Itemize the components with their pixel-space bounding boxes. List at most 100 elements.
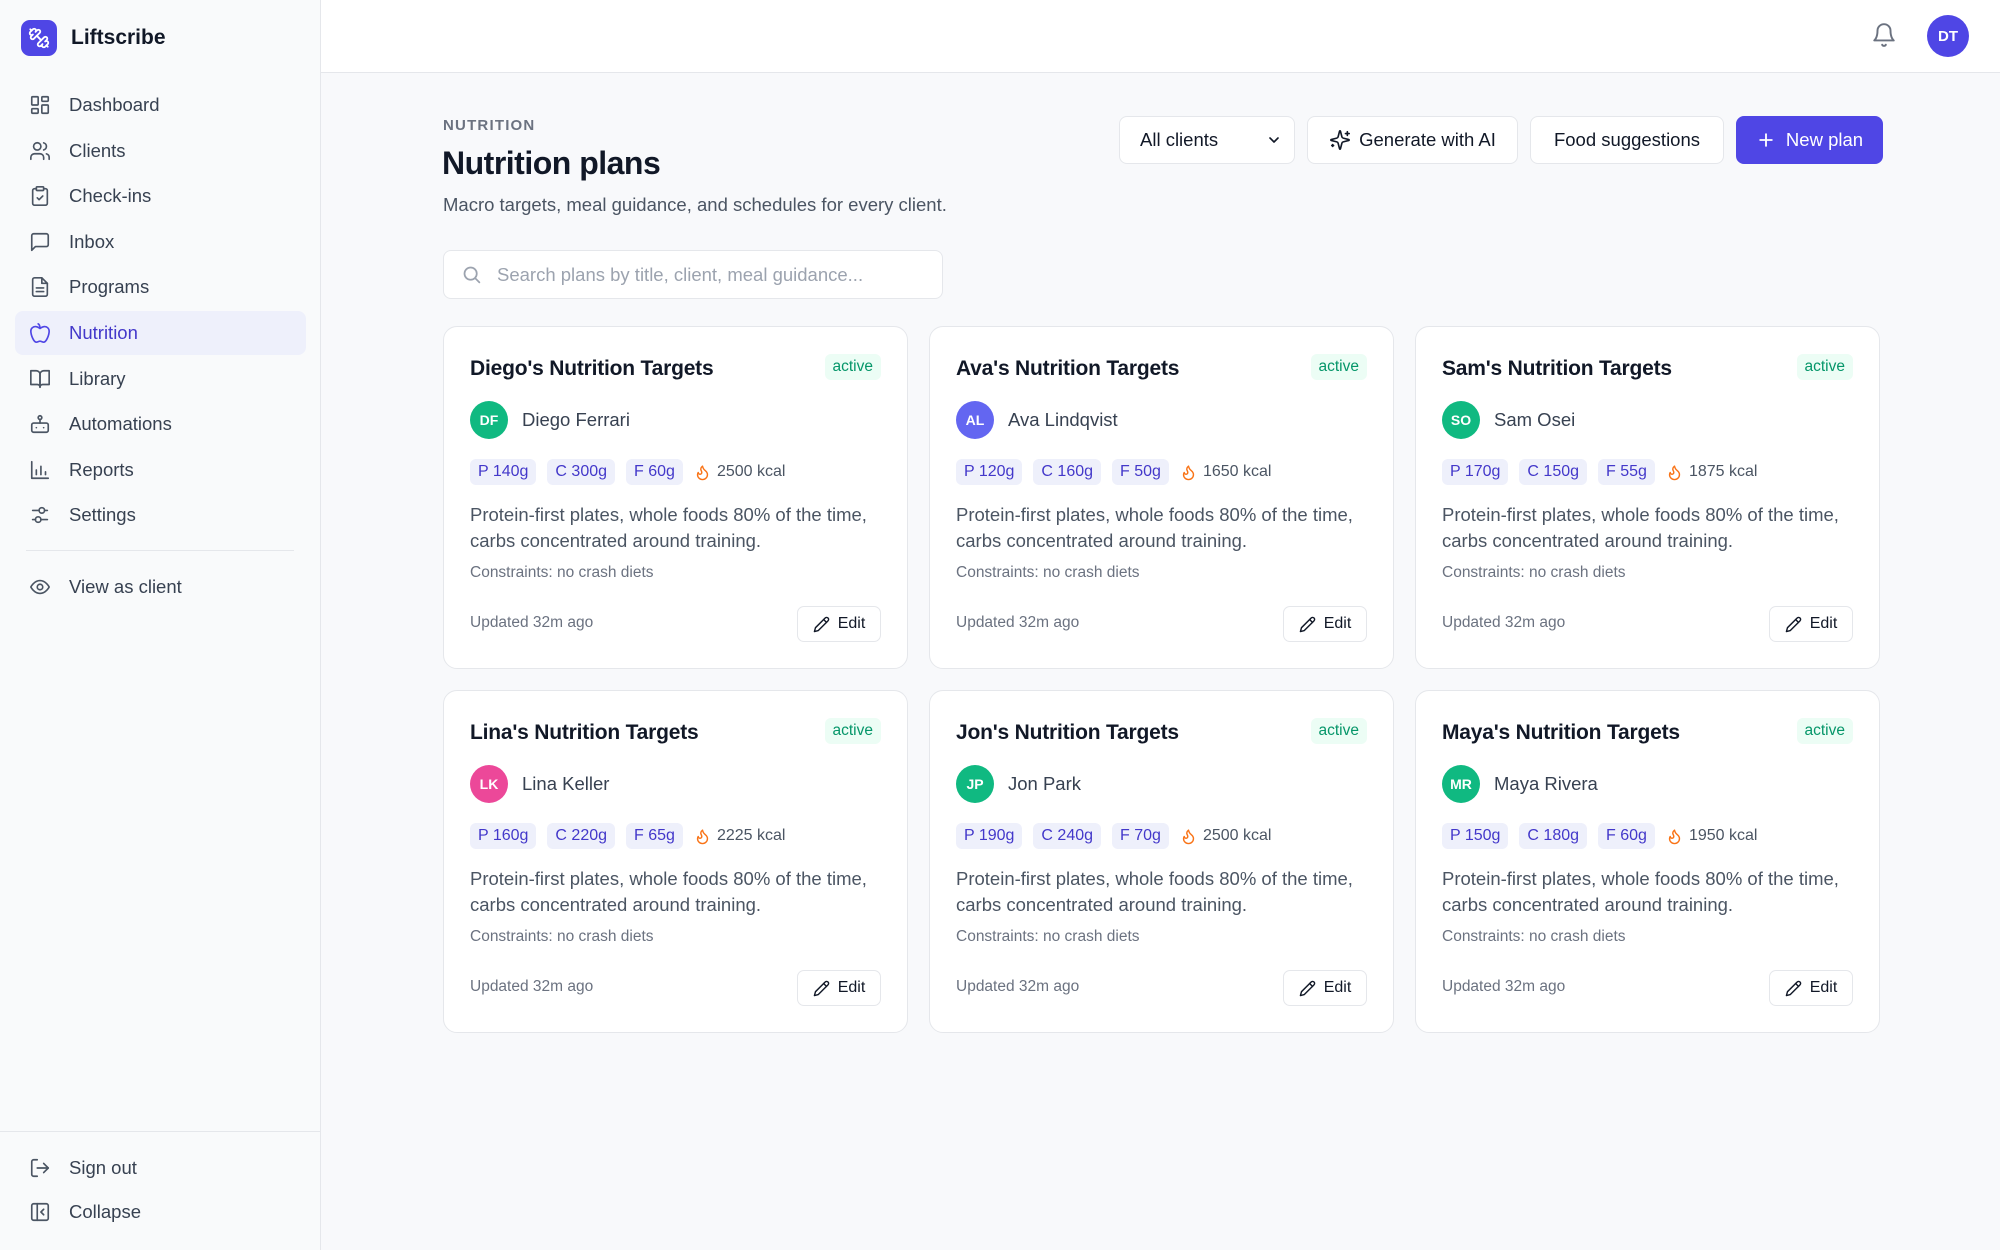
kcal-value: 2225 kcal	[716, 827, 786, 844]
kcal-value: 2500 kcal	[716, 463, 786, 480]
nav-item-library[interactable]: Library	[15, 357, 306, 401]
nav-item-inbox[interactable]: Inbox	[15, 220, 306, 264]
carbs-pill: C 160g	[1033, 459, 1102, 485]
plan-constraints: Constraints: no crash diets	[956, 564, 1140, 581]
search-input[interactable]	[497, 263, 917, 286]
plan-card[interactable]: Maya's Nutrition Targets active MR Maya …	[1415, 690, 1880, 1033]
plan-title: Lina's Nutrition Targets	[470, 721, 699, 744]
edit-plan-button[interactable]: Edit	[1283, 606, 1367, 642]
edit-plan-button[interactable]: Edit	[1769, 606, 1853, 642]
nav-label: Settings	[69, 504, 136, 526]
users-icon	[30, 141, 50, 160]
macro-targets: P 140g C 300g F 60g 2500 kcal	[470, 459, 785, 485]
updated-timestamp: Updated 32m ago	[956, 614, 1080, 631]
plan-client[interactable]: SO Sam Osei	[1442, 401, 1575, 439]
nav-item-nutrition[interactable]: Nutrition	[15, 310, 306, 355]
client-filter-select[interactable]: All clients	[1119, 116, 1295, 164]
edit-label: Edit	[837, 615, 866, 632]
macro-targets: P 170g C 150g F 55g 1875 kcal	[1442, 459, 1757, 485]
updated-timestamp: Updated 32m ago	[1442, 978, 1566, 995]
pencil-icon	[1299, 616, 1315, 632]
fat-pill: F 50g	[1112, 459, 1169, 485]
user-avatar[interactable]: DT	[1927, 15, 1969, 57]
flame-icon	[1182, 828, 1195, 844]
brand[interactable]: Liftscribe	[21, 20, 166, 56]
bell-icon[interactable]	[1871, 22, 1897, 48]
client-avatar: MR	[1442, 765, 1480, 803]
kcal-value: 1650 kcal	[1202, 463, 1272, 480]
nav-item-settings[interactable]: Settings	[15, 493, 306, 537]
plan-constraints: Constraints: no crash diets	[956, 928, 1140, 945]
kcal-value: 1875 kcal	[1688, 463, 1758, 480]
view-as-client-label: View as client	[69, 576, 182, 597]
plan-client[interactable]: MR Maya Rivera	[1442, 765, 1598, 803]
new-plan-label: New plan	[1785, 129, 1864, 150]
kcal-target: 2500 kcal	[1180, 827, 1271, 845]
plan-card[interactable]: Diego's Nutrition Targets active DF Dieg…	[443, 326, 908, 669]
nav-label: Check-ins	[69, 185, 152, 207]
edit-plan-button[interactable]: Edit	[797, 606, 881, 642]
nav-item-programs[interactable]: Programs	[15, 265, 306, 309]
plan-client[interactable]: JP Jon Park	[956, 765, 1081, 803]
client-avatar: SO	[1442, 401, 1480, 439]
plan-title: Diego's Nutrition Targets	[470, 357, 714, 380]
meal-guidance: Protein-first plates, whole foods 80% of…	[1442, 868, 1839, 915]
plan-card[interactable]: Ava's Nutrition Targets active AL Ava Li…	[929, 326, 1394, 669]
sparkles-icon	[1330, 130, 1351, 150]
generate-with-ai-button[interactable]: Generate with AI	[1307, 116, 1518, 164]
bar-chart-icon	[30, 460, 50, 479]
kcal-value: 1950 kcal	[1688, 827, 1758, 844]
plan-client[interactable]: AL Ava Lindqvist	[956, 401, 1118, 439]
generate-with-ai-label: Generate with AI	[1359, 129, 1496, 150]
fat-pill: F 60g	[1598, 823, 1655, 849]
plan-constraints: Constraints: no crash diets	[470, 928, 654, 945]
nav-item-check-ins[interactable]: Check-ins	[15, 174, 306, 218]
collapse-label: Collapse	[69, 1201, 141, 1223]
search-icon	[463, 266, 481, 284]
nav-item-clients[interactable]: Clients	[15, 129, 306, 173]
nav-item-dashboard[interactable]: Dashboard	[15, 83, 306, 127]
client-name: Ava Lindqvist	[1008, 409, 1118, 430]
page-eyebrow: NUTRITION	[443, 117, 536, 134]
plan-card[interactable]: Sam's Nutrition Targets active SO Sam Os…	[1415, 326, 1880, 669]
edit-plan-button[interactable]: Edit	[797, 970, 881, 1006]
protein-pill: P 150g	[1442, 823, 1509, 849]
plan-title: Sam's Nutrition Targets	[1442, 357, 1672, 380]
food-suggestions-button[interactable]: Food suggestions	[1530, 116, 1724, 164]
plan-title: Ava's Nutrition Targets	[956, 357, 1180, 380]
plan-client[interactable]: LK Lina Keller	[470, 765, 609, 803]
new-plan-button[interactable]: New plan	[1736, 116, 1883, 164]
nav-label: Nutrition	[69, 321, 138, 343]
nav-label: Inbox	[69, 230, 115, 252]
pencil-icon	[813, 980, 829, 996]
protein-pill: P 140g	[470, 459, 537, 485]
plan-card[interactable]: Lina's Nutrition Targets active LK Lina …	[443, 690, 908, 1033]
flame-icon	[1668, 828, 1681, 844]
sidebar: Liftscribe Dashboard Clients Check-ins I…	[0, 0, 321, 1250]
eye-icon	[30, 579, 50, 595]
collapse-sidebar-button[interactable]: Collapse	[15, 1191, 305, 1234]
status-badge: active	[824, 354, 881, 380]
main-nav: Dashboard Clients Check-ins Inbox Progra…	[15, 83, 306, 539]
edit-label: Edit	[1323, 615, 1352, 632]
app-name: Liftscribe	[71, 26, 166, 49]
sign-out-button[interactable]: Sign out	[15, 1146, 305, 1189]
file-text-icon	[31, 277, 49, 298]
nav-item-automations[interactable]: Automations	[15, 402, 306, 446]
plan-client[interactable]: DF Diego Ferrari	[470, 401, 630, 439]
status-badge: active	[1796, 354, 1853, 380]
book-icon	[30, 369, 50, 388]
sidebar-footer: Sign out Collapse	[0, 1131, 320, 1235]
carbs-pill: C 220g	[547, 823, 616, 849]
edit-plan-button[interactable]: Edit	[1283, 970, 1367, 1006]
sidebar-divider	[26, 550, 294, 551]
edit-plan-button[interactable]: Edit	[1769, 970, 1853, 1006]
plan-constraints: Constraints: no crash diets	[1442, 564, 1626, 581]
status-badge: active	[824, 718, 881, 744]
status-badge: active	[1310, 718, 1367, 744]
fat-pill: F 60g	[626, 459, 683, 485]
view-as-client-link[interactable]: View as client	[15, 565, 306, 609]
nav-item-reports[interactable]: Reports	[15, 448, 306, 492]
kcal-target: 2225 kcal	[694, 827, 786, 845]
plan-card[interactable]: Jon's Nutrition Targets active JP Jon Pa…	[929, 690, 1394, 1033]
